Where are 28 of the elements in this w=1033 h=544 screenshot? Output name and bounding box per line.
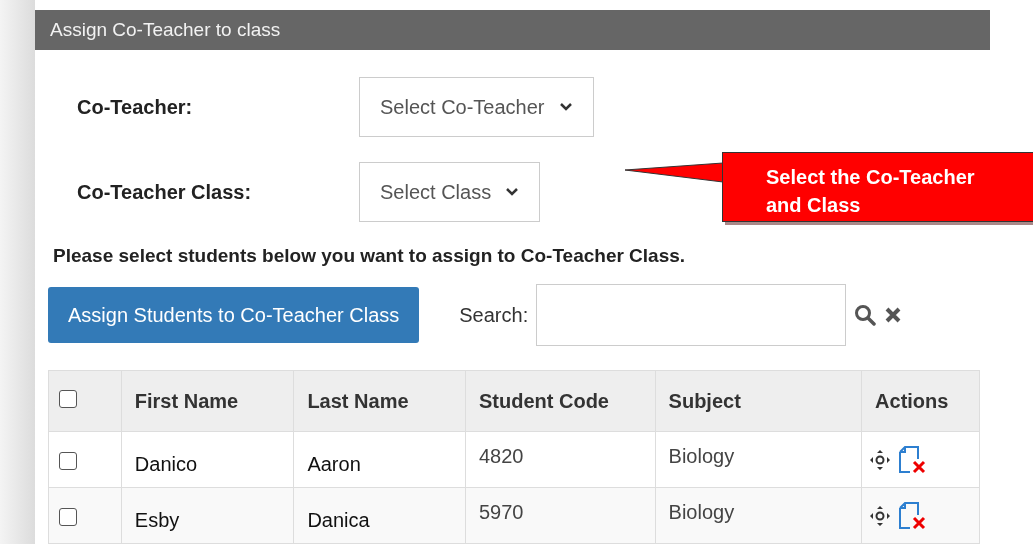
caret-icon: [505, 186, 520, 197]
field-label: Co-Teacher:: [77, 94, 194, 120]
checkbox[interactable]: [59, 390, 77, 408]
field-label: Co-Teacher Class:: [77, 179, 253, 205]
select-dropdown[interactable]: Select Co-Teacher: [359, 76, 594, 137]
table-cell: Biology: [668, 500, 735, 523]
table-cell: Danica: [307, 508, 370, 531]
instruction-text: Please select students below you want to assign to Co-Teacher Class.: [53, 243, 687, 268]
assign-students-button[interactable]: Assign Students to Co-Teacher Class: [48, 287, 420, 343]
caret-icon: [558, 101, 573, 112]
panel-title: Assign Co-Teacher to class: [35, 10, 990, 50]
table-cell: Biology: [668, 444, 735, 467]
table-cell: 5970: [479, 500, 524, 523]
search-field[interactable]: [536, 284, 847, 346]
callout: Select the Co-Teacher and Class: [722, 152, 1033, 222]
table-cell: Danico: [134, 452, 198, 475]
select-dropdown[interactable]: Select Class: [359, 161, 541, 222]
move-icon[interactable]: [870, 449, 891, 470]
close-icon[interactable]: [884, 306, 903, 324]
column-header[interactable]: Subject: [668, 390, 741, 412]
table-cell: Aaron: [307, 452, 361, 475]
move-icon[interactable]: [870, 505, 891, 526]
table-cell: 4820: [479, 444, 524, 467]
checkbox[interactable]: [59, 508, 77, 526]
search-label: Search:: [459, 303, 529, 328]
checkbox[interactable]: [59, 452, 77, 470]
search-icon[interactable]: [854, 304, 877, 326]
table-cell: Esby: [134, 508, 180, 531]
